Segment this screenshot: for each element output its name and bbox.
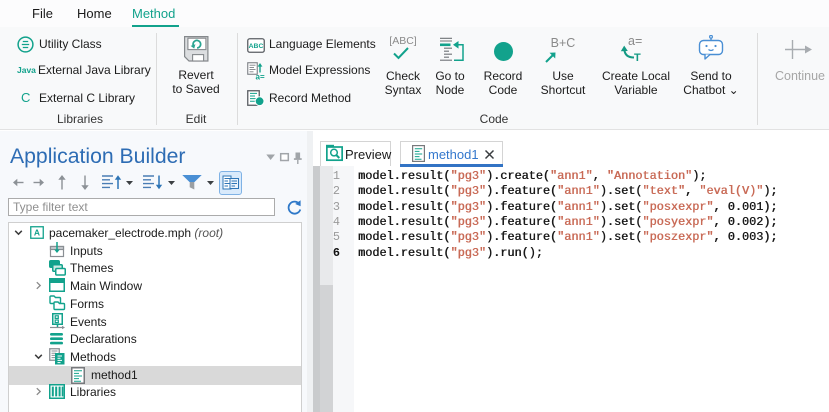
svg-text:T: T (634, 52, 641, 62)
svg-text:A: A (34, 227, 40, 237)
svg-text:ABC: ABC (249, 43, 264, 50)
svg-text:a=: a= (256, 72, 265, 80)
